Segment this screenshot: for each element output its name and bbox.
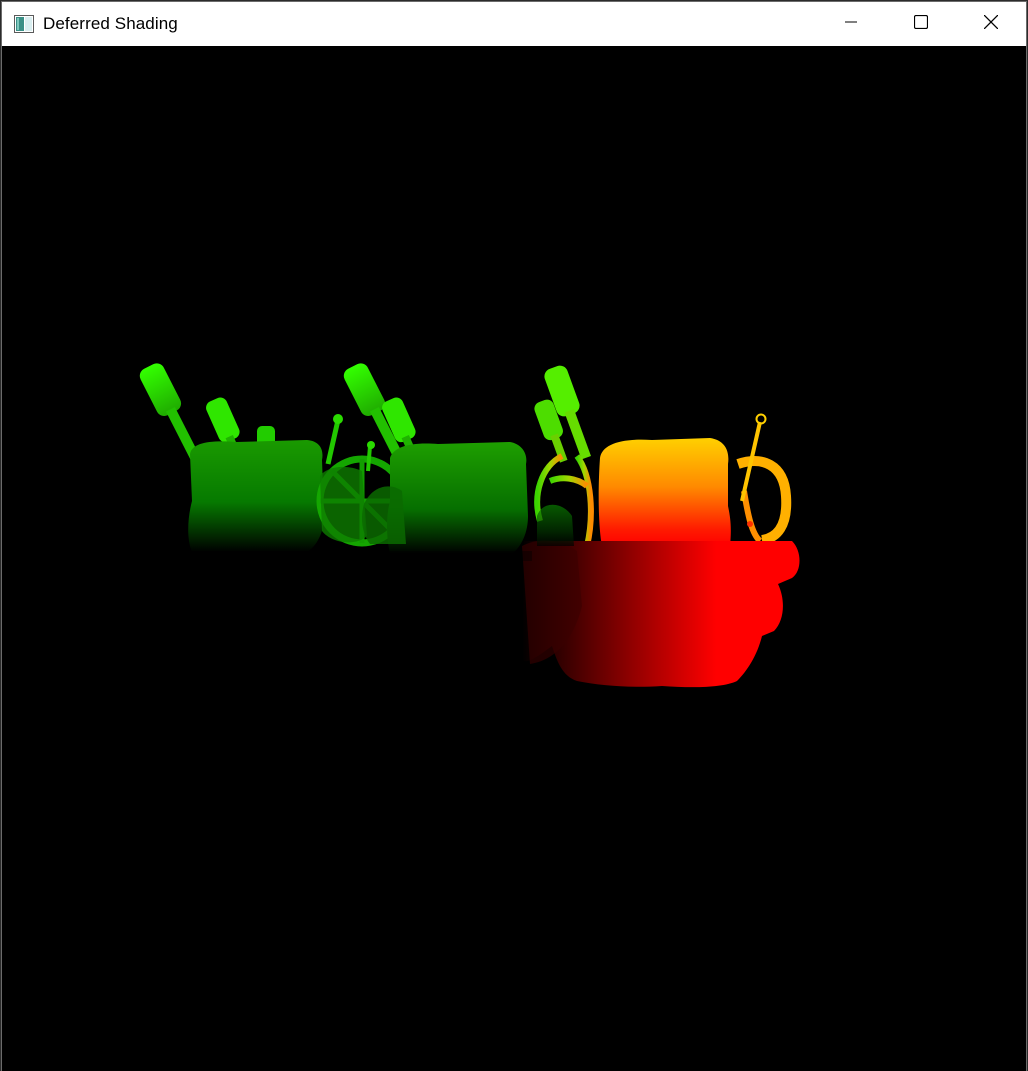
minimize-icon	[845, 15, 857, 33]
deferred-shading-scene	[139, 363, 800, 688]
title-bar[interactable]: Deferred Shading	[2, 2, 1026, 46]
app-window-icon	[13, 13, 35, 35]
model-right	[522, 365, 800, 688]
close-icon	[983, 14, 999, 34]
minimize-button[interactable]	[816, 2, 886, 46]
application-window: Deferred Shading	[2, 2, 1026, 1071]
maximize-button[interactable]	[886, 2, 956, 46]
window-controls	[816, 2, 1026, 46]
close-button[interactable]	[956, 2, 1026, 46]
render-viewport[interactable]	[2, 46, 1026, 1071]
maximize-icon	[913, 14, 929, 34]
window-title: Deferred Shading	[43, 14, 178, 33]
